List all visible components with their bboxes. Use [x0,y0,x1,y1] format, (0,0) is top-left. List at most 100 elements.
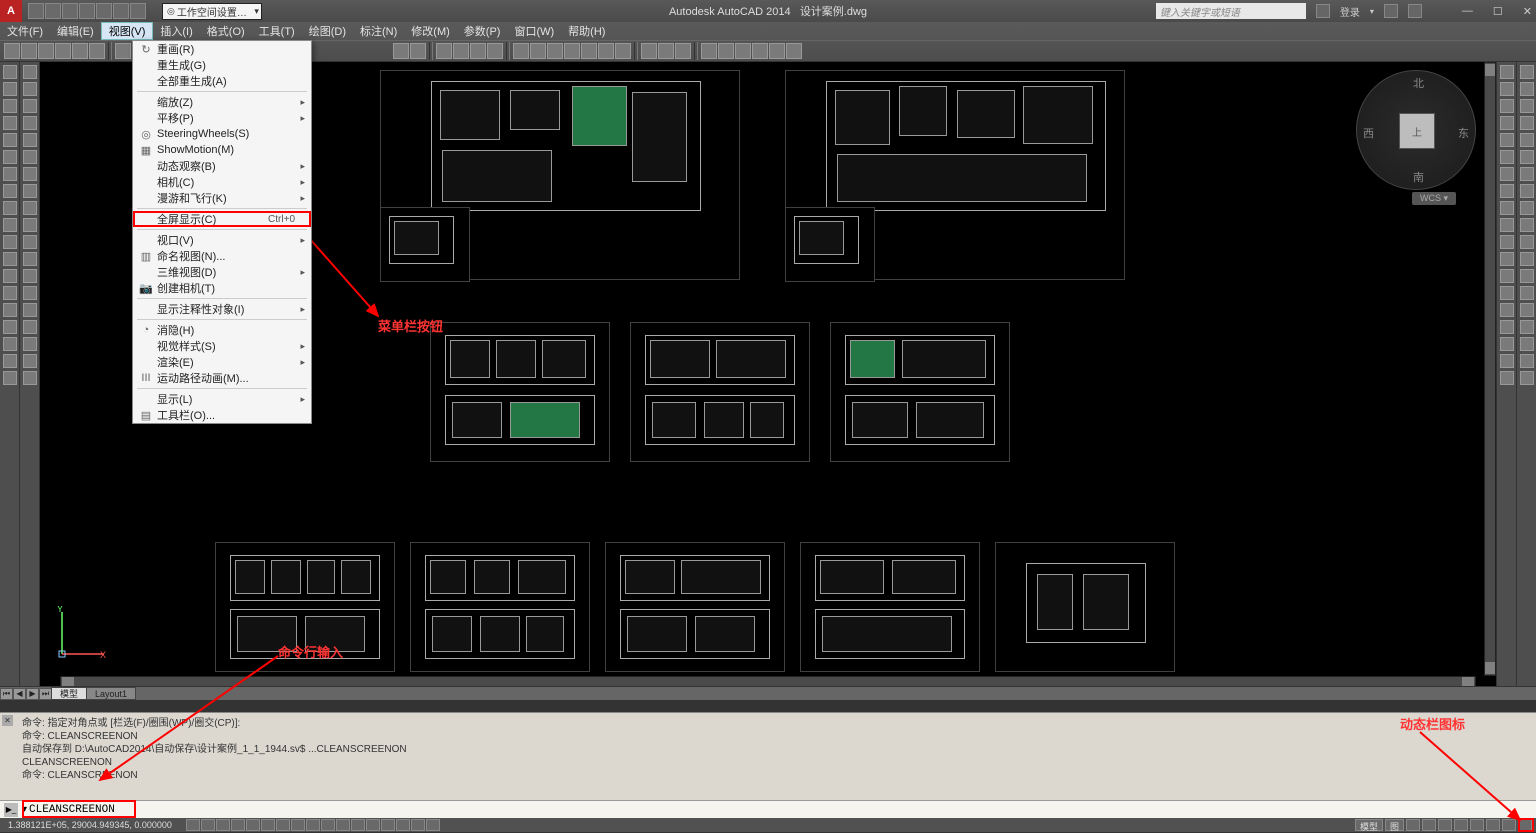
qat-open-icon[interactable] [45,3,61,19]
leftcol2-tool-3[interactable] [23,116,37,130]
menu-插入(I)[interactable]: 插入(I) [153,22,199,40]
menu-item-平移(P)[interactable]: 平移(P) [133,110,311,126]
cleanscreen-icon[interactable] [1518,819,1532,831]
zoom-rt-icon[interactable] [453,43,469,59]
rightcol-tool-8[interactable] [1500,201,1514,215]
status-toggle-5[interactable] [261,819,275,831]
leftcol1-tool-14[interactable] [3,303,17,317]
leftcol2-tool-1[interactable] [23,82,37,96]
menu-修改(M)[interactable]: 修改(M) [404,22,457,40]
menu-item-工具栏(O)...[interactable]: ▤工具栏(O)... [133,407,311,423]
leftcol2-tool-7[interactable] [23,184,37,198]
cut-icon[interactable] [115,43,131,59]
nav-7-icon[interactable] [752,43,768,59]
leftcol1-tool-7[interactable] [3,184,17,198]
status-toggle-13[interactable] [381,819,395,831]
leftcol1-tool-18[interactable] [3,371,17,385]
leftcol2-tool-16[interactable] [23,337,37,351]
app-logo[interactable]: A [0,0,22,22]
rightcol-tool-16[interactable] [1500,337,1514,351]
rightcol-tool-1[interactable] [1500,82,1514,96]
rightcol2-tool-0[interactable] [1520,65,1534,79]
leftcol2-tool-17[interactable] [23,354,37,368]
signin-icon[interactable] [1316,4,1330,18]
wcs-indicator[interactable]: WCS ▾ [1412,192,1456,205]
layout1-tab[interactable]: Layout1 [86,687,136,700]
menu-文件(F)[interactable]: 文件(F) [0,22,50,40]
scale-icon[interactable] [1422,819,1436,831]
menu-item-SteeringWheels(S)[interactable]: ◎SteeringWheels(S) [133,126,311,142]
rightcol-tool-7[interactable] [1500,184,1514,198]
nav-1-icon[interactable] [641,43,657,59]
menu-item-显示注释性对象(I)[interactable]: 显示注释性对象(I) [133,301,311,317]
lock-ui-icon[interactable] [1470,819,1484,831]
status-toggle-11[interactable] [351,819,365,831]
status-toggle-0[interactable] [186,819,200,831]
rightcol-tool-10[interactable] [1500,235,1514,249]
ws-switch-icon[interactable] [1454,819,1468,831]
rightcol-tool-12[interactable] [1500,269,1514,283]
publish-icon[interactable] [89,43,105,59]
rightcol2-tool-6[interactable] [1520,167,1534,181]
leftcol2-tool-2[interactable] [23,99,37,113]
help-search-input[interactable]: 键入关键字或短语 [1156,3,1306,19]
leftcol1-tool-4[interactable] [3,133,17,147]
status-toggle-12[interactable] [366,819,380,831]
leftcol2-tool-13[interactable] [23,286,37,300]
rightcol-tool-0[interactable] [1500,65,1514,79]
rightcol2-tool-15[interactable] [1520,320,1534,334]
menu-item-命名视图(N)...[interactable]: ▥命名视图(N)... [133,248,311,264]
rightcol2-tool-2[interactable] [1520,99,1534,113]
menu-item-全屏显示(C)[interactable]: 全屏显示(C)Ctrl+0 [133,211,311,227]
leftcol1-tool-11[interactable] [3,252,17,266]
menu-item-重画(R)[interactable]: ↻重画(R) [133,41,311,57]
tab-prev-button[interactable]: ◀ [13,688,26,700]
rightcol-tool-9[interactable] [1500,218,1514,232]
help2-icon[interactable] [615,43,631,59]
leftcol1-tool-15[interactable] [3,320,17,334]
menu-item-相机(C)[interactable]: 相机(C) [133,174,311,190]
close-button[interactable]: ✕ [1523,5,1532,18]
menu-绘图(D)[interactable]: 绘图(D) [302,22,353,40]
designcenter-icon[interactable] [530,43,546,59]
qat-saveas-icon[interactable] [79,3,95,19]
rightcol2-tool-18[interactable] [1520,371,1534,385]
leftcol1-tool-12[interactable] [3,269,17,283]
nav-6-icon[interactable] [735,43,751,59]
status-toggle-3[interactable] [231,819,245,831]
rightcol2-tool-9[interactable] [1520,218,1534,232]
nav-2-icon[interactable] [658,43,674,59]
menu-item-全部重生成(A)[interactable]: 全部重生成(A) [133,73,311,89]
leftcol1-tool-1[interactable] [3,82,17,96]
menu-item-ShowMotion(M)[interactable]: ▦ShowMotion(M) [133,142,311,158]
viewcube-east[interactable]: 东 [1458,125,1469,141]
command-prompt-icon[interactable]: ▶_ [4,803,18,817]
rightcol2-tool-5[interactable] [1520,150,1534,164]
tool-palettes-icon[interactable] [547,43,563,59]
preview-icon[interactable] [72,43,88,59]
login-label[interactable]: 登录 [1340,4,1360,19]
viewcube-west[interactable]: 西 [1363,125,1374,141]
save-icon[interactable] [38,43,54,59]
rightcol-tool-11[interactable] [1500,252,1514,266]
leftcol1-tool-3[interactable] [3,116,17,130]
leftcol2-tool-6[interactable] [23,167,37,181]
nav-9-icon[interactable] [786,43,802,59]
rightcol2-tool-7[interactable] [1520,184,1534,198]
status-toggle-14[interactable] [396,819,410,831]
menu-工具(T)[interactable]: 工具(T) [252,22,302,40]
leftcol1-tool-2[interactable] [3,99,17,113]
leftcol2-tool-11[interactable] [23,252,37,266]
leftcol2-tool-5[interactable] [23,150,37,164]
leftcol2-tool-0[interactable] [23,65,37,79]
rightcol2-tool-3[interactable] [1520,116,1534,130]
leftcol1-tool-0[interactable] [3,65,17,79]
login-dropdown-icon[interactable]: ▾ [1370,7,1374,16]
menu-帮助(H)[interactable]: 帮助(H) [561,22,612,40]
zoom-window-icon[interactable] [470,43,486,59]
tab-first-button[interactable]: ⏮ [0,688,13,700]
menu-参数(P)[interactable]: 参数(P) [457,22,508,40]
status-toggle-1[interactable] [201,819,215,831]
nav-8-icon[interactable] [769,43,785,59]
leftcol2-tool-4[interactable] [23,133,37,147]
